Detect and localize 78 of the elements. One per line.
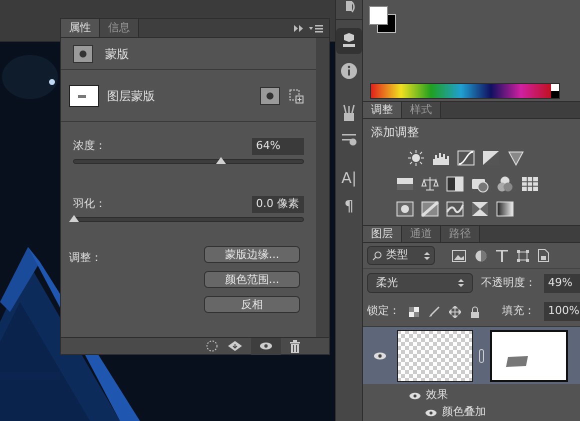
- lock-label: 锁定：: [367, 303, 400, 320]
- dropdown-value: 柔光: [376, 274, 399, 291]
- balance-scale-icon[interactable]: [421, 175, 439, 194]
- color-spectrum[interactable]: [371, 84, 551, 98]
- slider-thumb[interactable]: [69, 215, 79, 222]
- filter-dropdown[interactable]: 类型: [367, 246, 435, 265]
- visibility-icon[interactable]: [409, 392, 421, 400]
- adjustment-filter-icon[interactable]: [475, 250, 487, 262]
- panel-tab[interactable]: 调整: [363, 102, 402, 118]
- value-field[interactable]: 64%: [252, 138, 304, 155]
- stepper-icon: [424, 250, 430, 260]
- value-field[interactable]: 0.0 像素: [252, 196, 304, 213]
- image-filter-icon[interactable]: [452, 250, 466, 262]
- slider-track[interactable]: [73, 159, 304, 164]
- lock-paint-icon[interactable]: [428, 306, 440, 318]
- pixel-mask-icon[interactable]: [260, 86, 280, 104]
- mask-button[interactable]: 颜色范围...: [204, 271, 300, 288]
- delete-icon[interactable]: [289, 340, 301, 352]
- panel-heading: 蒙版: [105, 46, 129, 62]
- panel-tab[interactable]: 样式: [402, 102, 441, 118]
- mask-label: 图层蒙版: [107, 88, 156, 104]
- layer-thumbnail[interactable]: [397, 330, 473, 382]
- lock-transparency-icon[interactable]: [409, 306, 419, 316]
- lock-icon[interactable]: [470, 306, 480, 318]
- fill-field[interactable]: 100%: [544, 302, 580, 321]
- opacity-field[interactable]: 49%: [544, 274, 580, 292]
- default-colors-swatch[interactable]: [551, 84, 559, 98]
- triangle-icon[interactable]: [507, 149, 525, 168]
- panel-tab[interactable]: 图层: [363, 226, 402, 242]
- adjust-label: 调整：: [69, 250, 103, 266]
- search-icon: [372, 250, 382, 260]
- panel-tab[interactable]: 通道: [402, 226, 441, 242]
- effect-label: 效果: [426, 387, 448, 404]
- shape-filter-icon[interactable]: [517, 250, 529, 262]
- layer-row[interactable]: [363, 327, 580, 384]
- mask-thumbnail: [69, 84, 99, 106]
- apply-mask-icon[interactable]: [227, 339, 243, 353]
- scrollbar[interactable]: [316, 38, 329, 337]
- slider-label: 羽化：: [73, 196, 106, 212]
- stepper-icon: [458, 278, 464, 288]
- fill-label: 填充：: [502, 303, 535, 320]
- mask-button[interactable]: 蒙版边缘...: [204, 246, 300, 263]
- info-icon[interactable]: [340, 62, 358, 80]
- move-icon[interactable]: [449, 306, 461, 318]
- brightness-icon[interactable]: [407, 149, 425, 168]
- opacity-label: 不透明度：: [481, 274, 536, 291]
- slider-label: 浓度：: [73, 138, 106, 154]
- invert-icon[interactable]: [396, 200, 414, 218]
- dropdown-value: 类型: [386, 247, 409, 264]
- layer-mask-thumbnail[interactable]: [490, 330, 568, 382]
- selective-color-icon[interactable]: [471, 200, 489, 218]
- color-swatches[interactable]: [369, 6, 397, 34]
- mask-button[interactable]: 反相: [204, 296, 300, 313]
- type-filter-icon[interactable]: [496, 250, 508, 262]
- grid-icon[interactable]: [521, 175, 539, 194]
- visibility-icon[interactable]: [373, 350, 387, 360]
- panel-tab[interactable]: 路径: [441, 226, 480, 242]
- vector-mask-icon[interactable]: [288, 88, 304, 104]
- smart-object-filter-icon[interactable]: [538, 249, 549, 262]
- posterize-icon[interactable]: [421, 200, 439, 218]
- panel-tab[interactable]: 属性: [61, 19, 100, 37]
- visibility-icon[interactable]: [425, 408, 437, 416]
- threshold-icon[interactable]: [446, 200, 464, 218]
- visibility-icon[interactable]: [259, 341, 273, 351]
- panel-tab[interactable]: 信息: [100, 19, 139, 37]
- slider-thumb[interactable]: [216, 157, 226, 164]
- mask-icon: [73, 44, 93, 62]
- curves-icon[interactable]: [457, 149, 475, 168]
- effect-label: 颜色叠加: [442, 404, 486, 420]
- panel-glyph[interactable]: ¶: [344, 192, 354, 220]
- panel-title: 添加调整: [370, 124, 420, 142]
- panel-glyph[interactable]: A|: [341, 164, 357, 192]
- link-icon[interactable]: [479, 348, 484, 362]
- half-tone-icon[interactable]: [446, 175, 464, 194]
- blend-mode-dropdown[interactable]: 柔光: [367, 273, 473, 293]
- channel-mixer-icon[interactable]: [496, 175, 514, 194]
- gradient-map-icon[interactable]: [496, 200, 514, 218]
- selection-icon[interactable]: [205, 339, 219, 353]
